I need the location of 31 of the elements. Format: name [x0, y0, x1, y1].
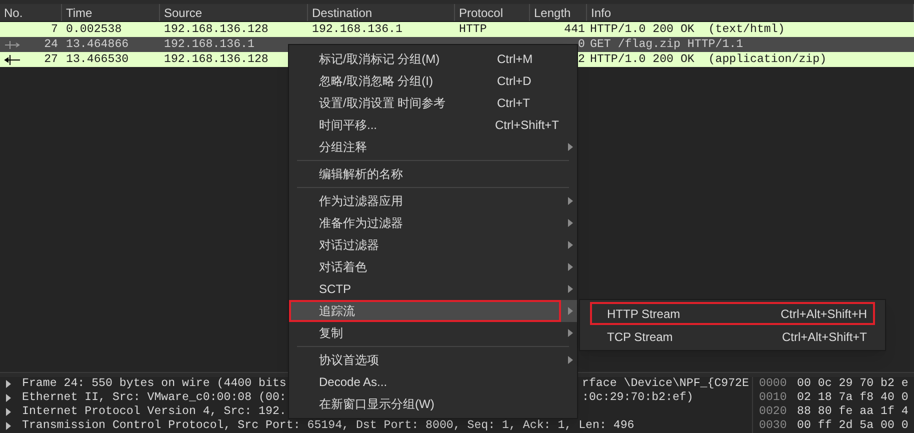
packet-number: 24	[44, 36, 58, 53]
hex-bytes: 00 0c 29 70 b2 e	[797, 376, 908, 392]
packet-time: 13.466530	[66, 52, 129, 66]
packet-number: 7	[51, 22, 58, 38]
shortcut-text: Ctrl+Alt+Shift+H	[780, 306, 867, 322]
packet-source: 192.168.136.1	[164, 38, 254, 51]
shortcut-text: Ctrl+M	[497, 51, 533, 68]
packet-protocol: HTTP	[459, 22, 487, 36]
hex-offset: 0010	[759, 390, 788, 406]
packet-length: 0	[578, 36, 585, 53]
shortcut-text: Ctrl+D	[497, 73, 532, 90]
packet-info: GET /flag.zip HTTP/1.1	[590, 38, 744, 51]
packet-source: 192.168.136.128	[164, 22, 268, 36]
packet-destination: 192.168.136.1	[312, 22, 402, 36]
packet-info: HTTP/1.0 200 OK (application/zip)	[590, 52, 827, 66]
packet-source: 192.168.136.128	[164, 52, 268, 66]
hex-bytes: 88 80 fe aa 1f 4	[797, 404, 908, 420]
packet-length: 441	[564, 22, 585, 38]
packet-number: 27	[44, 52, 58, 68]
hex-offset: 0020	[759, 404, 788, 420]
hex-bytes: 00 ff 2d 5a 00 0	[797, 418, 908, 433]
hex-offset: 0030	[759, 418, 788, 433]
shortcut-text: Ctrl+T	[497, 95, 530, 112]
shortcut-text: Ctrl+Shift+T	[494, 117, 559, 134]
hex-bytes: 02 18 7a f8 40 0	[797, 390, 908, 406]
packet-time: 0.002538	[66, 22, 122, 36]
shortcut-text: Ctrl+Alt+Shift+T	[782, 328, 867, 346]
packet-length: 2	[578, 52, 585, 68]
hex-offset: 0000	[759, 376, 788, 392]
packet-time: 13.464866	[66, 38, 129, 51]
packet-info: HTTP/1.0 200 OK (text/html)	[590, 22, 785, 36]
